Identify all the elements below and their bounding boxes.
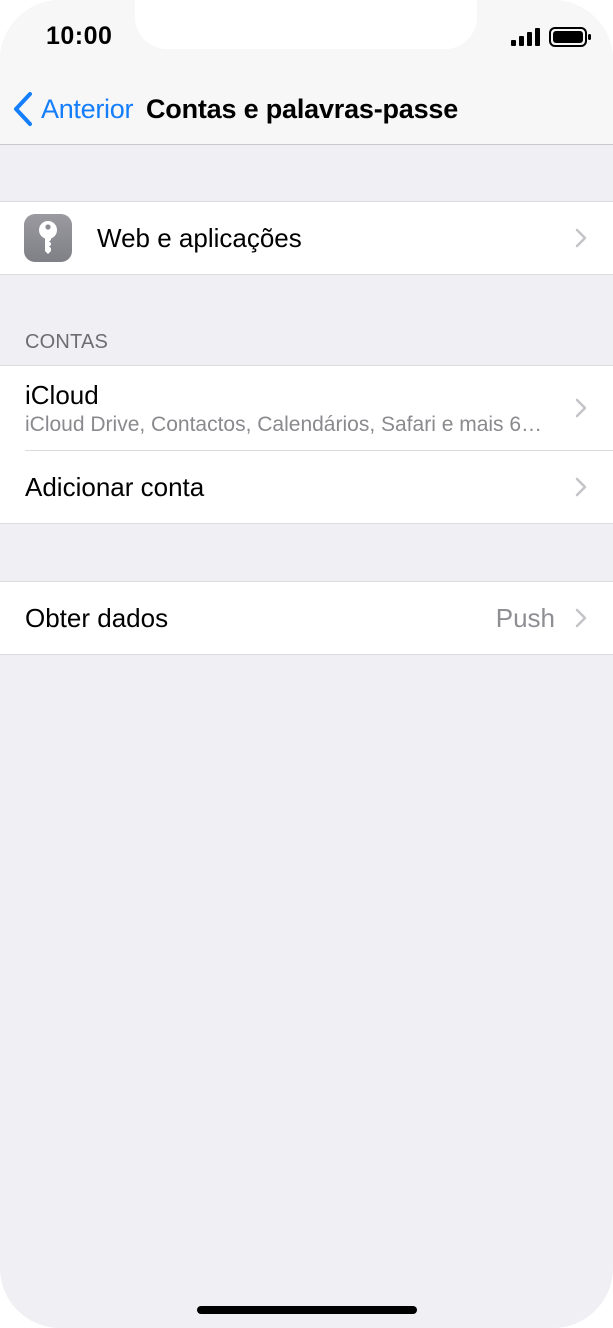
chevron-right-icon bbox=[575, 228, 587, 248]
back-button[interactable]: Anterior bbox=[12, 91, 133, 127]
account-title: iCloud bbox=[25, 379, 99, 410]
fetch-group: Obter dados Push bbox=[0, 581, 613, 655]
page-title: Contas e palavras-passe bbox=[146, 94, 459, 124]
navigation-bar: Anterior Contas e palavras-passe bbox=[0, 75, 613, 145]
status-time: 10:00 bbox=[46, 22, 113, 50]
chevron-left-icon bbox=[14, 92, 32, 126]
web-apps-label: Web e aplicações bbox=[97, 222, 302, 253]
accounts-section-header: CONTAS bbox=[25, 331, 109, 353]
status-bar: 10:00 bbox=[0, 0, 613, 75]
add-account-label: Adicionar conta bbox=[25, 471, 205, 502]
notch bbox=[135, 0, 477, 49]
battery-icon bbox=[549, 27, 591, 47]
chevron-right-icon bbox=[575, 398, 587, 418]
chevron-right-icon bbox=[575, 477, 587, 497]
phone-screen: 10:00 Anterior Contas e palavras-passe W… bbox=[0, 0, 613, 1328]
cellular-signal-icon bbox=[511, 28, 540, 46]
account-row-icloud[interactable]: iCloud iCloud Drive, Contactos, Calendár… bbox=[0, 366, 613, 451]
fetch-data-label: Obter dados bbox=[25, 602, 169, 633]
fetch-data-row[interactable]: Obter dados Push bbox=[0, 582, 613, 654]
key-icon bbox=[39, 221, 57, 254]
home-indicator[interactable] bbox=[197, 1306, 417, 1314]
accounts-group: iCloud iCloud Drive, Contactos, Calendár… bbox=[0, 365, 613, 524]
add-account-row[interactable]: Adicionar conta bbox=[0, 451, 613, 523]
chevron-right-icon bbox=[575, 608, 587, 628]
passwords-group: Web e aplicações bbox=[0, 201, 613, 275]
fetch-data-value: Push bbox=[495, 602, 555, 633]
web-apps-row[interactable]: Web e aplicações bbox=[0, 202, 613, 274]
back-button-label: Anterior bbox=[41, 93, 134, 124]
account-subtitle: iCloud Drive, Contactos, Calendários, Sa… bbox=[25, 412, 543, 436]
passwords-app-icon bbox=[24, 214, 72, 262]
